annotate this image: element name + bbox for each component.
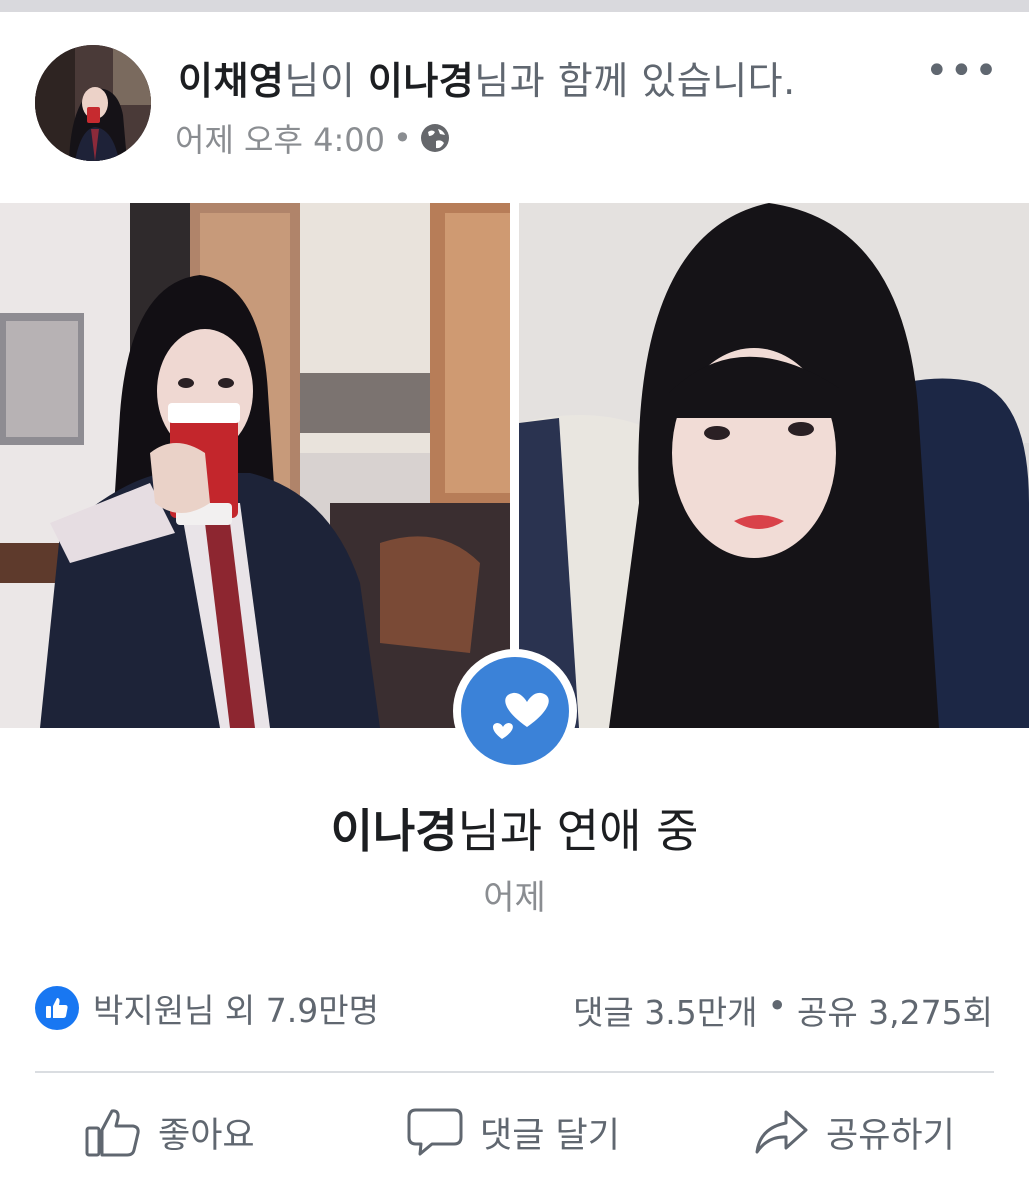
hearts-icon: [461, 657, 569, 765]
share-label: 공유하기: [826, 1115, 955, 1156]
thumbs-up-icon: [85, 1109, 140, 1157]
photo-right-image: [519, 203, 1029, 728]
post-header: 이채영님이 이나경님과 함께 있습니다.: [178, 50, 796, 105]
life-event-title: 이나경님과 연애 중: [0, 795, 1029, 861]
engagement-counts: 댓글 3.5만개 • 공유 3,275회: [573, 986, 993, 1034]
post-meta: 어제 오후 4:00 •: [175, 115, 450, 161]
relationship-badge: [453, 649, 577, 773]
comment-label: 댓글 달기: [480, 1115, 620, 1156]
comment-button[interactable]: 댓글 달기: [406, 1106, 620, 1158]
avatar-image: [35, 45, 151, 161]
comment-icon: [407, 1108, 463, 1156]
divider: [35, 1071, 994, 1073]
like-label: 좋아요: [158, 1115, 255, 1156]
globe-icon: [420, 124, 449, 152]
life-event-text: 님과 연애 중: [457, 804, 699, 858]
more-options-button[interactable]: •••: [925, 48, 999, 94]
photo-left-image: [0, 203, 510, 728]
like-icon: [35, 986, 79, 1030]
header-connector: 님이: [284, 59, 368, 103]
reactions-summary[interactable]: 박지원님 외 7.9만명: [35, 984, 379, 1032]
life-event-date: 어제: [483, 878, 546, 918]
header-suffix: 님과 함께 있습니다.: [474, 59, 796, 103]
post-card: 이채영님이 이나경님과 함께 있습니다. ••• 어제 오후 4:00 • 이나…: [0, 12, 1029, 1200]
author-name[interactable]: 이채영: [178, 59, 284, 103]
tagged-name[interactable]: 이나경: [368, 59, 474, 103]
like-button[interactable]: 좋아요: [84, 1106, 255, 1158]
likes-count: 박지원님 외 7.9만명: [93, 991, 379, 1030]
share-button[interactable]: 공유하기: [752, 1106, 955, 1158]
photo-left[interactable]: [0, 203, 510, 728]
post-timestamp[interactable]: 어제 오후 4:00: [175, 115, 385, 161]
comments-count[interactable]: 댓글 3.5만개: [573, 986, 757, 1034]
life-event-name[interactable]: 이나경: [331, 804, 458, 858]
meta-separator: •: [392, 119, 412, 157]
shares-count[interactable]: 공유 3,275회: [797, 986, 993, 1034]
author-avatar[interactable]: [35, 45, 151, 161]
share-icon: [755, 1110, 808, 1154]
more-icon: •••: [925, 48, 999, 94]
photo-right[interactable]: [519, 203, 1029, 728]
counts-separator: •: [767, 986, 787, 1025]
